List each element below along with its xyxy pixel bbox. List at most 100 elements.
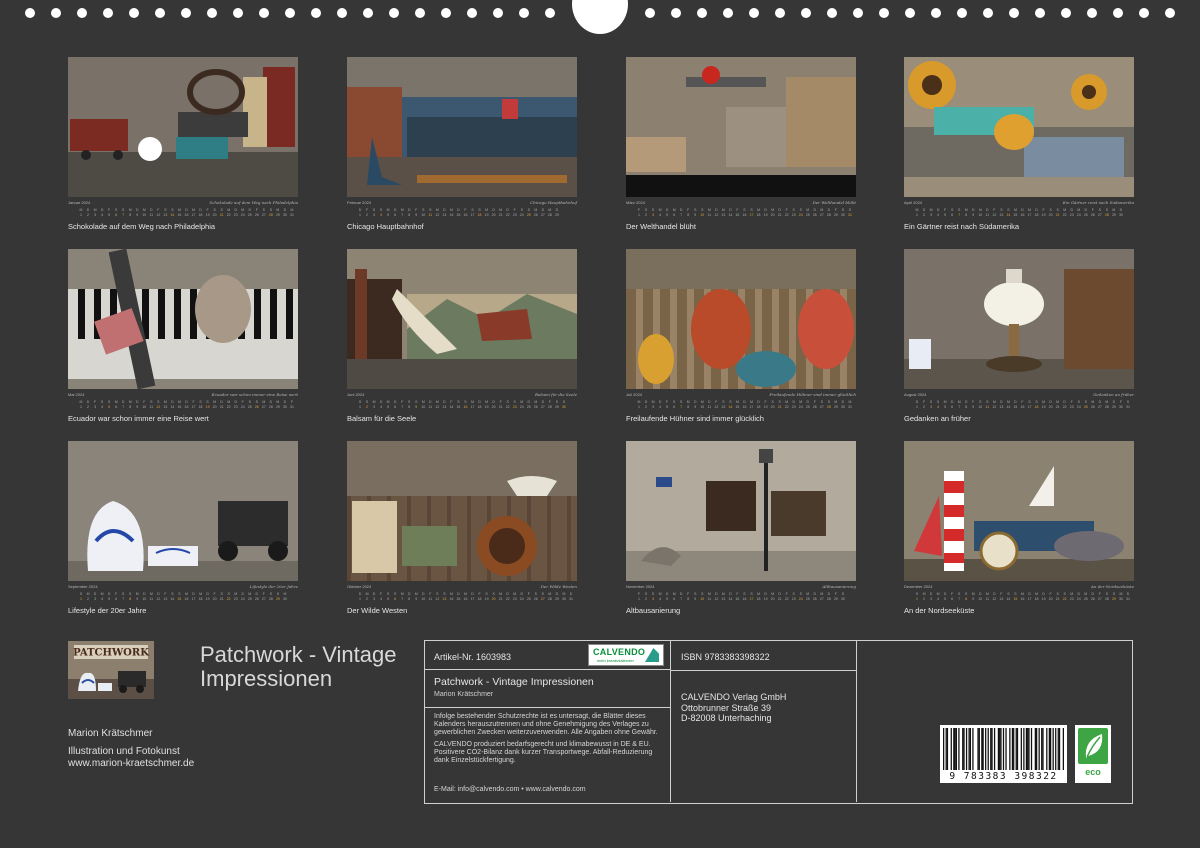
calendar-day: 29	[833, 213, 838, 217]
binding-hole	[545, 8, 555, 18]
calendar-day: 18	[477, 597, 482, 601]
calendar-day: 16	[1020, 405, 1025, 409]
calendar-weekday: S	[164, 208, 167, 212]
info-column-publisher: ISBN 9783383398322 CALVENDO Verlag GmbH …	[671, 641, 857, 802]
calendar-day: 27	[261, 405, 266, 409]
calendar-day: 1	[80, 597, 82, 601]
calendar-day: 11	[707, 213, 712, 217]
calendar-day: 6	[394, 597, 397, 601]
calendar-weekday: D	[1126, 592, 1130, 596]
calendar-day: 25	[526, 213, 531, 217]
month-credit: Lifestyle der 20er Jahre	[249, 584, 298, 589]
calendar-weekday: S	[694, 592, 697, 596]
calendar-day: 16	[742, 405, 747, 409]
calendar-weekday: M	[520, 400, 524, 404]
calendar-weekday: M	[957, 400, 961, 404]
calendar-day: 10	[421, 597, 426, 601]
calendar-day: 17	[1027, 597, 1032, 601]
calendar-weekday: M	[499, 208, 503, 212]
month-caption: Freilaufende Hühner sind immer glücklich	[626, 414, 764, 423]
calendar-day: 21	[219, 405, 224, 409]
calendar-day: 1	[80, 405, 82, 409]
calendar-weekday: S	[750, 592, 753, 596]
calendar-weekday: D	[993, 592, 996, 596]
month-may: Mai 2024 Ecuador war schon immer eine Rei…	[68, 249, 298, 423]
calendar-weekday: D	[1014, 400, 1017, 404]
month-calendar: Juni 2024 Balsam für die Seele S 1 S 2 M 3 D 4 M 5 D…	[347, 392, 577, 412]
calendar-weekday: M	[1105, 400, 1109, 404]
calendar-weekday: D	[827, 592, 831, 596]
calendar-day: 13	[721, 405, 726, 409]
author-website[interactable]: www.marion-kraetschmer.de	[68, 758, 194, 770]
calendar-weekday: D	[220, 400, 223, 404]
calendar-day: 25	[805, 597, 810, 601]
calendar-weekday: S	[936, 400, 940, 404]
calendar-day: 5	[666, 213, 669, 217]
calendar-day: 26	[254, 597, 259, 601]
calendar-day: 28	[268, 405, 273, 409]
calendar-day: 11	[985, 405, 990, 409]
calendar-day: 16	[463, 405, 468, 409]
calendar-day: 2	[87, 213, 89, 217]
month-label: April 2024	[904, 200, 923, 205]
calendar-day: 14	[170, 597, 175, 601]
calendar-weekday: M	[177, 400, 181, 404]
calendar-day: 20	[212, 597, 217, 601]
logo-mark-icon	[645, 648, 659, 662]
month-oct: Oktober 2024 Der Wilde Westen D 1 M 2 D 3 F 4 S 5 S 6…	[347, 441, 577, 615]
calendar-weekday: D	[693, 400, 697, 404]
calendar-day: 15	[1013, 405, 1018, 409]
calendar-day: 19	[205, 405, 210, 409]
month-feb: Februar 2024 Chicago Hauptbahnhof D 1 F 2 S 3 S 4…	[347, 57, 577, 231]
calendar-weekday: D	[492, 208, 495, 212]
calendar-day: 1	[359, 213, 361, 217]
calendar-weekday: M	[365, 592, 369, 596]
calendar-day: 31	[1126, 597, 1130, 601]
calendar-day: 26	[533, 213, 538, 217]
binding-hole	[259, 8, 269, 18]
calendar-day: 24	[798, 597, 803, 601]
month-photo	[904, 441, 1134, 581]
calendar-weekday: D	[813, 592, 817, 596]
calendar-weekday: S	[1098, 208, 1101, 212]
cover-thumbnail-word: PATCHWORK	[73, 648, 149, 659]
calendar-weekday: S	[651, 208, 655, 212]
calendar-weekday: M	[757, 592, 760, 596]
month-photo	[626, 441, 856, 581]
calendar-weekday: F	[108, 208, 111, 212]
calendar-day: 9	[415, 597, 418, 601]
calendar-weekday: S	[276, 592, 280, 596]
calendar-day: 25	[247, 405, 252, 409]
calendar-day: 21	[1055, 213, 1060, 217]
logo-subtext: mein kreativkalender	[597, 658, 634, 663]
contact-line[interactable]: E-Mail: info@calvendo.com • www.calvendo…	[434, 786, 586, 793]
binding-hole	[775, 8, 785, 18]
calendar-day: 14	[170, 213, 175, 217]
calendar-weekday: D	[1000, 400, 1003, 404]
calendar-day: 19	[205, 597, 210, 601]
calendar-day: 8	[408, 405, 411, 409]
calendar-day: 20	[212, 405, 217, 409]
binding-hole	[723, 8, 733, 18]
calendar-day: 24	[1076, 405, 1081, 409]
calendar-day: 3	[930, 213, 933, 217]
calendar-day: 28	[1104, 597, 1109, 601]
calendar-day: 15	[735, 213, 740, 217]
calendar-day: 9	[136, 405, 139, 409]
calendar-weekday: M	[848, 400, 852, 404]
month-photo	[904, 57, 1134, 197]
calendar-weekday: M	[485, 208, 489, 212]
calendar-weekday: D	[729, 592, 732, 596]
calendar-weekday: D	[407, 208, 411, 212]
month-caption: Der Wilde Westen	[347, 606, 408, 615]
calendar-weekday: S	[520, 208, 523, 212]
calendar-weekday: S	[1049, 208, 1052, 212]
calendar-weekday: D	[665, 208, 669, 212]
month-caption: Gedanken an früher	[904, 414, 971, 423]
month-credit: Der Wilde Westen	[540, 584, 577, 589]
month-jan: Januar 2024 Schokolade auf dem Weg nach P…	[68, 57, 298, 231]
calendar-day: 3	[652, 405, 655, 409]
calendar-day: 11	[985, 597, 990, 601]
calendar-day: 25	[247, 597, 252, 601]
calendar-weekday: F	[972, 400, 975, 404]
